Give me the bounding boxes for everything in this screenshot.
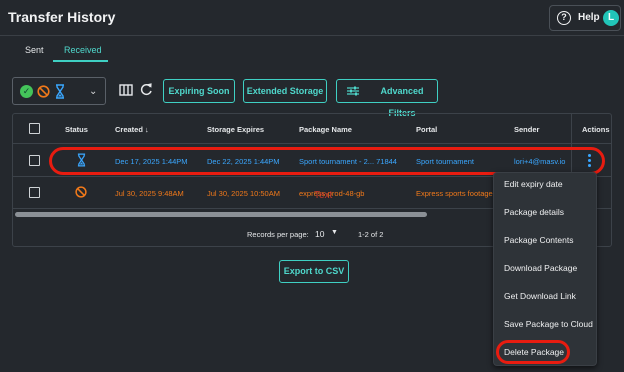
sliders-icon bbox=[347, 86, 359, 96]
status-filter-dropdown[interactable]: ✓ ⌄ bbox=[12, 77, 106, 105]
select-all-checkbox[interactable] bbox=[29, 123, 40, 134]
caret-down-icon[interactable]: ▼ bbox=[331, 229, 338, 236]
chevron-down-icon: ⌄ bbox=[89, 86, 98, 97]
table-header: Status Created ↓ Storage Expires Package… bbox=[13, 114, 611, 144]
columns-icon[interactable] bbox=[119, 84, 133, 96]
menu-item-save-to-cloud[interactable]: Save Package to Cloud bbox=[504, 319, 593, 329]
scrollbar-thumb[interactable] bbox=[15, 212, 427, 217]
help-label: Help bbox=[578, 12, 600, 23]
avatar[interactable]: L bbox=[603, 10, 619, 26]
ban-icon bbox=[37, 85, 50, 98]
portal-cell: Express sports footage bbox=[416, 189, 493, 198]
tab-received[interactable]: Received bbox=[64, 45, 102, 55]
row-highlight-annotation bbox=[49, 147, 605, 175]
ban-icon bbox=[75, 186, 87, 198]
extended-storage-button[interactable]: Extended Storage bbox=[243, 79, 327, 103]
records-per-page-select[interactable]: 10 bbox=[315, 229, 324, 239]
advanced-filters-button[interactable]: Advanced Filters bbox=[336, 79, 438, 118]
export-csv-button[interactable]: Export to CSV bbox=[279, 260, 349, 283]
menu-item-package-contents[interactable]: Package Contents bbox=[504, 235, 573, 245]
row-actions-menu: Edit expiry date Package details Package… bbox=[493, 172, 597, 366]
menu-item-get-download-link[interactable]: Get Download Link bbox=[504, 291, 576, 301]
help-icon: ? bbox=[557, 11, 571, 25]
menu-item-download-package[interactable]: Download Package bbox=[504, 263, 577, 273]
created-header-label: Created bbox=[115, 125, 143, 134]
overlay-text: Text bbox=[314, 190, 333, 201]
column-header-package-name: Package Name bbox=[299, 125, 352, 134]
delete-highlight-annotation bbox=[496, 340, 570, 364]
tab-bar: Sent Received bbox=[0, 38, 624, 62]
arrow-down-icon: ↓ bbox=[145, 125, 149, 134]
column-header-portal: Portal bbox=[416, 125, 438, 134]
column-header-created[interactable]: Created ↓ bbox=[115, 125, 149, 134]
row-checkbox[interactable] bbox=[29, 155, 40, 166]
page-title: Transfer History bbox=[8, 9, 116, 25]
expiring-soon-button[interactable]: Expiring Soon bbox=[163, 79, 235, 103]
column-header-storage-expires: Storage Expires bbox=[207, 125, 265, 134]
active-tab-indicator bbox=[53, 60, 108, 62]
column-header-status: Status bbox=[65, 125, 88, 134]
help-button[interactable]: ? Help L bbox=[549, 5, 621, 31]
app-header: Transfer History ? Help L bbox=[0, 0, 624, 36]
menu-item-package-details[interactable]: Package details bbox=[504, 207, 564, 217]
refresh-icon[interactable] bbox=[140, 83, 153, 96]
pagination-range: 1-2 of 2 bbox=[358, 230, 384, 239]
row-checkbox[interactable] bbox=[29, 187, 40, 198]
expires-cell: Jul 30, 2025 10:50AM bbox=[207, 189, 280, 198]
created-cell: Jul 30, 2025 9:48AM bbox=[115, 189, 184, 198]
check-circle-icon: ✓ bbox=[20, 85, 33, 98]
hourglass-icon bbox=[56, 84, 64, 99]
records-per-page-label: Records per page: bbox=[247, 230, 309, 239]
tab-sent[interactable]: Sent bbox=[25, 45, 44, 55]
column-header-sender: Sender bbox=[514, 125, 540, 134]
menu-item-edit-expiry[interactable]: Edit expiry date bbox=[504, 179, 563, 189]
